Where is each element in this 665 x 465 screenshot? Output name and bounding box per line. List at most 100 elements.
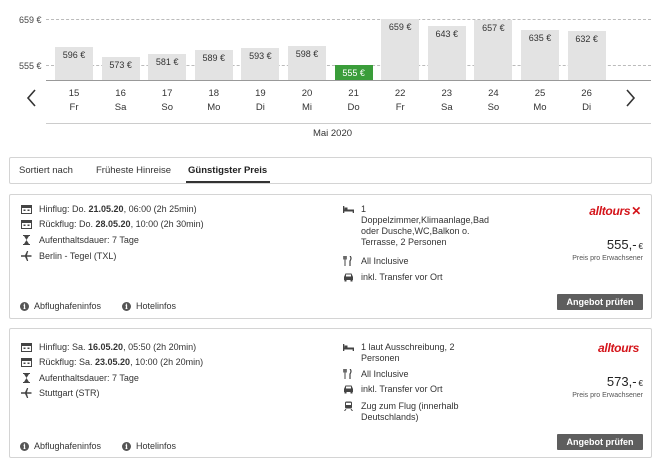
departure-airport: Stuttgart (STR)	[21, 388, 100, 399]
logo-text: alltours	[589, 204, 631, 218]
train-line: Deutschlands)	[361, 412, 419, 422]
transfer-info: inkl. Transfer vor Ort	[343, 384, 443, 395]
weekday: Fr	[395, 102, 405, 113]
stay-text: Aufenthaltsdauer: 7 Tage	[39, 235, 139, 245]
hotel-info-link[interactable]: i Hotelinfos	[122, 441, 176, 451]
airport-text: Berlin - Tegel (TXL)	[39, 251, 117, 261]
sort-option-cheapest[interactable]: Günstigster Preis	[188, 165, 267, 176]
airport-info-link[interactable]: i Abflughafeninfos	[20, 441, 101, 451]
logo-text: alltours	[598, 341, 639, 355]
day-number: 23	[441, 88, 453, 99]
day-number: 20	[301, 88, 313, 99]
return-time: , 10:00 (2h 30min)	[130, 219, 204, 229]
return-flight: Rückflug: Do. 28.05.20, 10:00 (2h 30min)	[21, 219, 204, 230]
price-note: Preis pro Erwachsener	[572, 392, 643, 399]
room-info: 1 laut Ausschreibung, 2 Personen	[343, 342, 455, 364]
cutlery-icon	[343, 368, 355, 380]
departure-airport: Berlin - Tegel (TXL)	[21, 251, 116, 262]
airplane-icon	[21, 388, 33, 399]
day-number: 25	[534, 88, 546, 99]
outbound-date: 21.05.20	[88, 204, 124, 214]
price-label-18: 589 €	[202, 53, 226, 63]
grid-label-lower: 555 €	[19, 61, 42, 71]
day-15[interactable]: 15 Fr	[55, 88, 93, 113]
outbound-flight: Hinflug: Do. 21.05.20, 06:00 (2h 25min)	[21, 204, 197, 215]
bed-icon	[343, 204, 355, 215]
day-17[interactable]: 17 So	[148, 88, 186, 113]
day-21[interactable]: 21 Do	[335, 88, 373, 113]
day-22[interactable]: 22 Fr	[381, 88, 419, 113]
return-prefix: Rückflug: Do.	[39, 219, 96, 229]
price-label-23: 643 €	[435, 29, 459, 39]
day-20[interactable]: 20 Mi	[288, 88, 326, 113]
day-23[interactable]: 23 Sa	[428, 88, 466, 113]
return-prefix: Rückflug: Sa.	[39, 357, 96, 367]
price-note: Preis pro Erwachsener	[572, 255, 643, 262]
grid-line-upper	[46, 19, 651, 20]
price-label-15: 596 €	[62, 50, 86, 60]
return-time: , 10:00 (2h 20min)	[130, 357, 204, 367]
weekday: Di	[255, 102, 265, 113]
price-label-25: 635 €	[528, 33, 552, 43]
day-25[interactable]: 25 Mo	[521, 88, 559, 113]
day-number: 17	[161, 88, 173, 99]
airport-text: Stuttgart (STR)	[39, 388, 100, 398]
weekday: So	[487, 102, 500, 113]
transfer-info: inkl. Transfer vor Ort	[343, 272, 443, 283]
info-icon: i	[122, 301, 131, 311]
weekday: So	[161, 102, 173, 113]
return-flight: Rückflug: Sa. 23.05.20, 10:00 (2h 20min)	[21, 357, 203, 368]
board-info: All Inclusive	[343, 255, 409, 267]
active-sort-underline	[186, 181, 270, 183]
day-number: 24	[488, 88, 499, 99]
airport-info-link[interactable]: i Abflughafeninfos	[20, 301, 101, 311]
day-19[interactable]: 19 Di	[241, 88, 279, 113]
day-number: 16	[115, 88, 126, 99]
stay-text: Aufenthaltsdauer: 7 Tage	[39, 373, 139, 383]
price-value: 573,-	[606, 374, 637, 389]
weekday: Do	[347, 102, 360, 113]
board-text: All Inclusive	[361, 369, 409, 379]
room-line: Personen	[361, 353, 400, 363]
price-calendar: 659 € 555 € 596 € 573 € 581 € 589 € 593 € 598…	[0, 0, 665, 150]
price-label-26: 632 €	[575, 34, 598, 44]
car-icon	[343, 384, 355, 395]
room-line: 1 laut Ausschreibung, 2	[361, 342, 455, 352]
offer-price: 573,- €	[607, 374, 643, 389]
price-label-16: 573 €	[109, 60, 132, 70]
room-line: Doppelzimmer,Klimaanlage,Bad	[361, 215, 490, 225]
price-label-24: 657 €	[482, 23, 505, 33]
offer-price: 555,- €	[607, 237, 643, 252]
train-info: Zug zum Flug (innerhalb Deutschlands)	[343, 401, 459, 423]
stay-duration: Aufenthaltsdauer: 7 Tage	[21, 235, 139, 246]
bed-icon	[343, 342, 355, 353]
check-offer-button[interactable]: Angebot prüfen	[557, 434, 643, 450]
day-16[interactable]: 16 Sa	[102, 88, 140, 113]
alltours-logo: alltours✕	[589, 204, 641, 218]
weekday: Mo	[207, 102, 221, 113]
calendar-icon	[21, 357, 33, 368]
price-currency: €	[638, 379, 643, 388]
alltours-logo: alltours	[598, 341, 639, 355]
sort-lead-label: Sortiert nach	[19, 165, 73, 176]
outbound-date: 16.05.20	[88, 342, 124, 352]
calendar-icon	[21, 204, 33, 215]
airport-info-label: Abflughafeninfos	[34, 301, 102, 311]
info-icon: i	[122, 441, 131, 451]
check-offer-button[interactable]: Angebot prüfen	[557, 294, 643, 310]
hotel-info-link[interactable]: i Hotelinfos	[122, 301, 176, 311]
chevron-right-icon[interactable]	[622, 87, 638, 109]
sort-option-earliest[interactable]: Früheste Hinreise	[96, 165, 171, 176]
day-24[interactable]: 24 So	[474, 88, 512, 113]
day-number: 15	[68, 88, 80, 99]
room-line: Terrasse, 2 Personen	[361, 237, 447, 247]
day-26[interactable]: 26 Di	[568, 88, 606, 113]
grid-label-upper: 659 €	[19, 15, 42, 25]
day-18[interactable]: 18 Mo	[195, 88, 233, 113]
chevron-left-icon[interactable]	[24, 87, 40, 109]
info-icon: i	[20, 441, 29, 451]
room-line: oder Dusche,WC,Balkon o.	[361, 226, 470, 236]
return-date: 23.05.20	[95, 357, 131, 367]
outbound-prefix: Hinflug: Sa.	[39, 342, 89, 352]
info-icon: i	[20, 301, 29, 311]
